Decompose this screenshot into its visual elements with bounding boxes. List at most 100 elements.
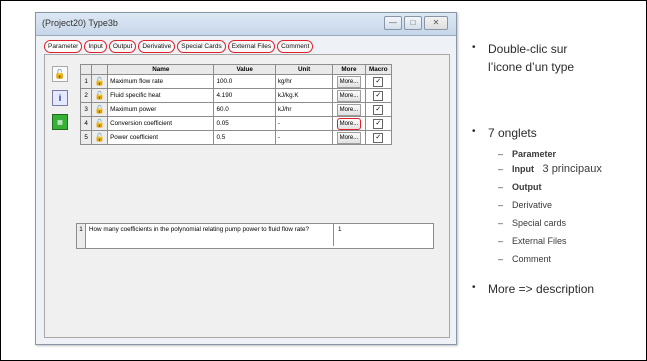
macro-checkbox[interactable]: ✓	[373, 118, 384, 129]
sub-item-external-files: – External Files	[498, 236, 567, 246]
param-value[interactable]: 0.5	[213, 130, 276, 145]
lock-icon[interactable]: 🔓	[52, 66, 68, 82]
dash: –	[498, 254, 504, 264]
param-value[interactable]: 4.190	[213, 88, 276, 103]
more-button[interactable]: More...	[336, 75, 362, 88]
table-row[interactable]: 3 🔓 Maximum power 60.0 kJ/hr More... ✓	[79, 102, 393, 117]
macro-checkbox[interactable]: ✓	[373, 104, 384, 115]
param-name: Maximum flow rate	[107, 74, 215, 89]
row-number: 2	[79, 88, 93, 103]
dash: –	[498, 182, 504, 192]
lock-icon[interactable]: 🔓	[91, 130, 109, 145]
lock-icon[interactable]: 🔓	[91, 74, 109, 89]
description-number: 1	[77, 224, 86, 248]
dash: –	[498, 164, 504, 174]
type-window: (Project20) Type3b — □ ✕ Parameter Input…	[35, 12, 457, 345]
note-text: l’icone d’un type	[488, 60, 575, 74]
more-button[interactable]: More...	[336, 103, 362, 116]
window-title: (Project20) Type3b	[42, 18, 118, 28]
table-row[interactable]: 5 🔓 Power coefficient 0.5 - More... ✓	[79, 130, 393, 145]
corner-cell	[91, 64, 109, 75]
dash: –	[498, 236, 504, 246]
description-box: 1 How many coefficients in the polynomia…	[76, 223, 434, 249]
calculator-icon[interactable]: ▦	[52, 114, 68, 130]
param-unit[interactable]: kJ/hr	[274, 102, 334, 117]
dash: –	[498, 200, 504, 210]
macro-checkbox[interactable]: ✓	[373, 132, 384, 143]
sub-label: Output	[512, 182, 542, 192]
sub-item-input: – Input 3 principaux	[498, 163, 602, 175]
maximize-button[interactable]: □	[404, 16, 422, 30]
note-text: Double-clic sur	[488, 42, 568, 56]
tab-parameter[interactable]: Parameter	[44, 40, 83, 53]
table-row[interactable]: 4 🔓 Conversion coefficient 0.05 - More..…	[79, 116, 393, 131]
bullet-dot: •	[472, 126, 476, 137]
bullet-dot: •	[472, 42, 476, 53]
description-text: How many coefficients in the polynomial …	[89, 226, 310, 233]
tab-external-files[interactable]: External Files	[227, 40, 276, 53]
tab-bar: Parameter Input Output Derivative Specia…	[44, 40, 314, 53]
table-row[interactable]: 1 🔓 Maximum flow rate 100.0 kg/hr More..…	[79, 74, 393, 89]
dash: –	[498, 218, 504, 228]
row-number: 4	[79, 116, 93, 131]
more-button-highlighted[interactable]: More...	[336, 117, 362, 130]
lock-icon[interactable]: 🔓	[91, 102, 109, 117]
table-row[interactable]: 2 🔓 Fluid specific heat 4.190 kJ/kg.K Mo…	[79, 88, 393, 103]
param-name: Conversion coefficient	[107, 116, 215, 131]
param-value[interactable]: 100.0	[213, 74, 276, 89]
col-header-name: Name	[107, 64, 215, 75]
macro-checkbox[interactable]: ✓	[373, 90, 384, 101]
param-unit[interactable]: kg/hr	[274, 74, 334, 89]
sub-label: Derivative	[512, 200, 553, 210]
lock-icon[interactable]: 🔓	[91, 116, 109, 131]
col-header-unit: Unit	[274, 64, 334, 75]
sub-item-parameter: – Parameter	[498, 149, 556, 159]
col-header-macro: Macro	[364, 64, 393, 75]
sub-label: Parameter	[512, 149, 557, 159]
row-number: 5	[79, 130, 93, 145]
note-text: 7 onglets	[488, 126, 537, 140]
lock-icon[interactable]: 🔓	[91, 88, 109, 103]
close-button[interactable]: ✕	[424, 16, 448, 30]
principaux-note: 3 principaux	[542, 163, 602, 175]
note-text: More => description	[488, 282, 595, 296]
note-bullet-1: • Double-clic sur l’icone d’un type	[472, 42, 575, 74]
description-value[interactable]: 1	[333, 224, 431, 246]
dash: –	[498, 149, 504, 159]
more-button[interactable]: More...	[336, 89, 362, 102]
more-button[interactable]: More...	[336, 131, 362, 144]
param-value[interactable]: 60.0	[213, 102, 276, 117]
tab-input[interactable]: Input	[84, 40, 107, 53]
sub-label: Special cards	[512, 218, 567, 228]
bullet-dot: •	[472, 282, 476, 293]
sub-label: External Files	[512, 236, 567, 246]
col-header-value: Value	[213, 64, 276, 75]
param-name: Fluid specific heat	[107, 88, 215, 103]
title-bar[interactable]: (Project20) Type3b — □ ✕	[36, 13, 456, 36]
param-unit[interactable]: -	[274, 116, 334, 131]
info-icon[interactable]: i	[52, 90, 68, 106]
sub-label: Input	[512, 164, 534, 174]
macro-checkbox[interactable]: ✓	[373, 76, 384, 87]
corner-cell	[79, 64, 93, 75]
tab-output[interactable]: Output	[108, 40, 137, 53]
row-number: 1	[79, 74, 93, 89]
sub-item-special-cards: – Special cards	[498, 218, 566, 228]
sub-item-output: – Output	[498, 182, 542, 192]
param-name: Maximum power	[107, 102, 215, 117]
note-bullet-3: • More => description	[472, 282, 595, 296]
tab-comment[interactable]: Comment	[277, 40, 314, 53]
sub-label: Comment	[512, 254, 552, 264]
tab-special-cards[interactable]: Special Cards	[177, 40, 226, 53]
param-unit[interactable]: -	[274, 130, 334, 145]
minimize-button[interactable]: —	[384, 16, 402, 30]
param-unit[interactable]: kJ/kg.K	[274, 88, 334, 103]
parameter-table: Name Value Unit More Macro 1 🔓 Maximum f…	[79, 64, 393, 145]
param-name: Power coefficient	[107, 130, 215, 145]
row-number: 3	[79, 102, 93, 117]
slide: (Project20) Type3b — □ ✕ Parameter Input…	[0, 0, 647, 361]
sub-item-derivative: – Derivative	[498, 200, 552, 210]
tab-derivative[interactable]: Derivative	[138, 40, 176, 53]
param-value[interactable]: 0.05	[213, 116, 276, 131]
sub-item-comment: – Comment	[498, 254, 551, 264]
